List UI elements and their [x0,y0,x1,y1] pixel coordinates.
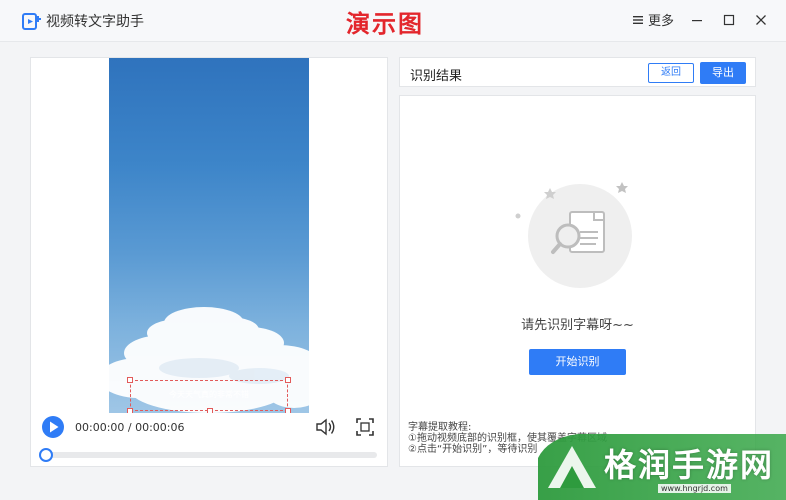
app-title: 视频转文字助手 [46,14,144,30]
subtitle-region-selector[interactable]: 今天天气真的非常不错 [127,377,291,413]
title-bar: 视频转文字助手 演示图 更多 [0,0,786,42]
result-panel: 请先识别字幕呀~~ 开始识别 字幕提取教程: ①拖动视频底部的识别框，使其覆盖字… [399,95,756,467]
play-icon [50,421,59,433]
result-header: 识别结果 返回 导出 [399,57,756,87]
empty-state-illustration [515,182,632,288]
fullscreen-button[interactable] [355,417,375,441]
minimize-icon [692,19,702,21]
watermark-url: www.hngrjd.com [658,484,731,493]
export-button[interactable]: 导出 [700,62,746,84]
maximize-button[interactable] [720,11,738,29]
app-logo-icon [22,13,41,30]
minimize-button[interactable] [688,11,706,29]
back-button[interactable]: 返回 [648,63,694,83]
site-watermark: 格润手游网 www.hngrjd.com [538,428,786,500]
more-menu-button[interactable]: 更多 [632,10,674,29]
start-recognition-button[interactable]: 开始识别 [529,349,626,375]
volume-button[interactable] [315,417,337,441]
player-controls: 00:00:00 / 00:00:06 [31,413,387,468]
close-button[interactable] [752,11,770,29]
more-label: 更多 [647,14,674,29]
volume-icon [316,418,335,436]
maximize-icon [723,14,735,25]
progress-handle[interactable] [39,448,53,462]
sky-clouds-image [109,307,309,413]
menu-icon [632,15,643,24]
video-preview[interactable]: 今天天气真的非常不错 [109,58,309,413]
empty-state-text: 请先识别字幕呀~~ [521,318,634,333]
video-panel: 今天天气真的非常不错 00:00:00 / 00:00:06 [30,57,388,467]
close-icon [756,14,766,25]
watermark-text: 格润手游网 [604,446,775,484]
fullscreen-icon [356,418,374,436]
resize-handle[interactable] [127,377,133,383]
resize-handle[interactable] [285,377,291,383]
result-title: 识别结果 [410,69,463,84]
demo-label: 演示图 [346,10,424,38]
subtitle-text: 今天天气真的非常不错 [169,390,249,399]
timecode: 00:00:00 / 00:00:06 [75,421,185,434]
play-button[interactable] [42,416,64,438]
progress-bar[interactable] [39,448,377,462]
